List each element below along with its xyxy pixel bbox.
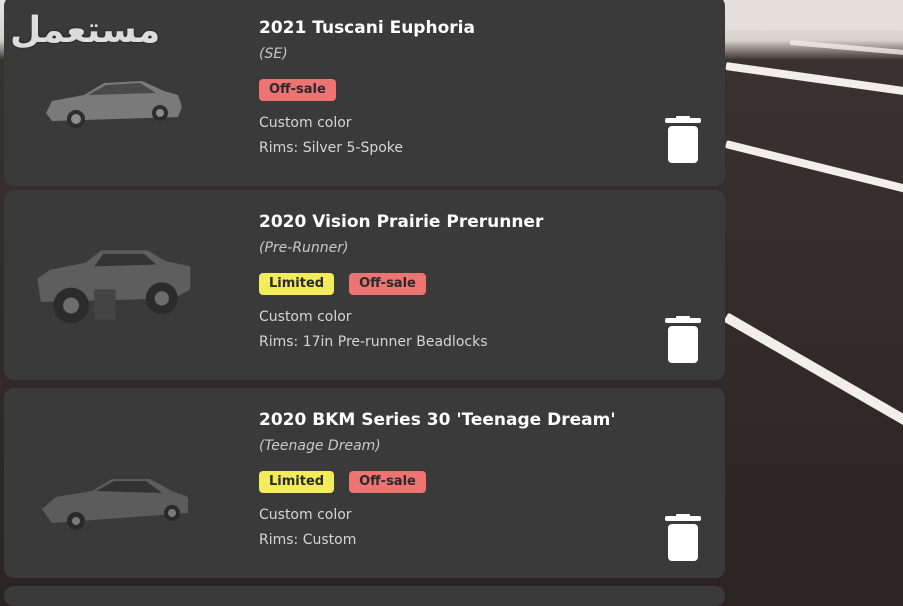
vehicle-color: Custom color (259, 115, 352, 131)
offsale-badge: Off-sale (349, 471, 426, 493)
vehicle-tags: Limited Off-sale (259, 471, 426, 493)
vehicle-trim: (SE) (259, 46, 288, 62)
vehicle-trim: (Pre-Runner) (259, 240, 349, 256)
vehicle-card[interactable]: 2020 Vision Prairie Prerunner (Pre-Runne… (4, 190, 725, 380)
vehicle-trim: (Teenage Dream) (259, 438, 381, 454)
watermark-logo: مستعمل (10, 10, 160, 51)
offsale-badge: Off-sale (259, 79, 336, 101)
sedan-thumbnail-icon (32, 46, 192, 156)
vehicle-color: Custom color (259, 309, 352, 325)
trash-icon[interactable] (663, 316, 703, 364)
sedan-thumbnail-icon (32, 448, 192, 558)
trash-icon[interactable] (663, 116, 703, 164)
road-stripe (725, 62, 903, 101)
vehicle-rims: Rims: 17in Pre-runner Beadlocks (259, 334, 487, 350)
offsale-badge: Off-sale (349, 273, 426, 295)
vehicle-tags: Limited Off-sale (259, 273, 426, 295)
limited-badge: Limited (259, 273, 334, 295)
background-wall (726, 0, 903, 30)
vehicle-title: 2020 BKM Series 30 'Teenage Dream' (259, 410, 616, 430)
road-stripe (790, 40, 903, 57)
vehicle-rims: Rims: Silver 5-Spoke (259, 140, 403, 156)
vehicle-title: 2021 Tuscani Euphoria (259, 18, 475, 38)
road-stripe (725, 140, 903, 201)
vehicle-card[interactable]: 2020 BKM Series 30 'Teenage Dream' (Teen… (4, 388, 725, 578)
vehicle-rims: Rims: Custom (259, 532, 356, 548)
vehicle-card[interactable] (4, 586, 725, 606)
truck-thumbnail-icon (32, 230, 192, 340)
road-stripe (724, 313, 903, 432)
owned-vehicles-list[interactable]: 2021 Tuscani Euphoria (SE) Off-sale Cust… (0, 0, 726, 596)
limited-badge: Limited (259, 471, 334, 493)
vehicle-color: Custom color (259, 507, 352, 523)
vehicle-tags: Off-sale (259, 79, 336, 101)
vehicle-title: 2020 Vision Prairie Prerunner (259, 212, 543, 232)
trash-icon[interactable] (663, 514, 703, 562)
